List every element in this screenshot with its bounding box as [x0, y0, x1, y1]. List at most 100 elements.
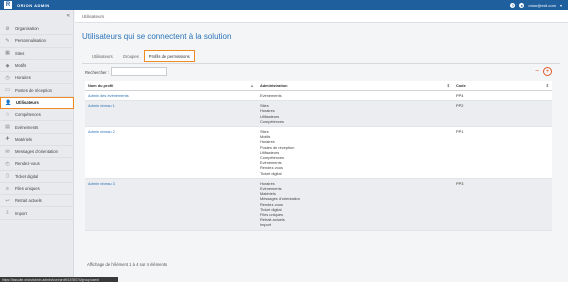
sidebar-item-label: Sites	[15, 50, 25, 56]
building-icon: ▦	[5, 50, 10, 57]
tab-groupes[interactable]: Groupes	[118, 50, 144, 62]
page-title: Utilisateurs qui se connectent à la solu…	[82, 32, 232, 41]
administration-cell: Sites Horaires Utilisateurs Compétences	[257, 100, 453, 128]
column-header-administration[interactable]: Administration ⬍	[257, 81, 453, 91]
sidebar-item-sites[interactable]: ▦ Sites	[0, 48, 74, 60]
tabs: Utilisateurs Groupes Profils de permissi…	[87, 50, 195, 62]
sidebar: « ⚙ Organisation ✎ Personnalisation ▦ Sites ◆ M…	[0, 10, 74, 282]
administration-item: Import	[260, 222, 272, 228]
sidebar-item-label: Motifs	[15, 63, 27, 69]
help-icon[interactable]: ?	[510, 2, 516, 8]
sidebar-item-label: Organisation	[15, 26, 39, 32]
sidebar-item-label: Retrait actuels	[15, 198, 42, 204]
collapse-sidebar-icon[interactable]: «	[67, 13, 70, 19]
tag-icon: ◆	[5, 62, 10, 69]
sidebar-item-label: Compétences	[15, 112, 41, 118]
tab-profils-de-permissions[interactable]: Profils de permissions	[143, 50, 195, 62]
import-icon: ⇩	[5, 210, 10, 217]
sidebar-item-label: Files uniques	[15, 186, 40, 191]
sidebar-item-comp-tences[interactable]: ☆ Compétences	[0, 109, 74, 122]
pagination-info: Affichage de l'élément 1 à 4 sur 4 éléme…	[87, 262, 168, 267]
profile-name-link[interactable]: Admin des évènements	[85, 90, 257, 102]
calendar-icon: ▤	[5, 124, 10, 131]
sidebar-item-motifs[interactable]: ◆ Motifs	[0, 60, 74, 73]
avatar[interactable]: ●	[519, 2, 525, 8]
table-row[interactable]: Admin des évènements Evènements PP4	[85, 90, 552, 102]
sidebar-item-label: Matériels	[15, 136, 32, 142]
sidebar-item-postes-de-r-ception[interactable]: ▭ Postes de réception	[0, 84, 74, 97]
profiles-table: Nom du profil ▲ Administration ⬍ Code ⬍ Adm…	[85, 81, 552, 231]
sort-icon[interactable]: ▲	[250, 83, 254, 88]
sidebar-item-label: Utilisateurs	[16, 100, 39, 106]
desk-icon: ▭	[5, 87, 10, 94]
tab-divider	[82, 63, 560, 64]
profile-code: PP4	[453, 90, 552, 102]
chevron-down-icon[interactable]: ▾	[560, 3, 562, 8]
sidebar-item-personnalisation[interactable]: ✎ Personnalisation	[0, 35, 74, 48]
main-content: Utilisateurs qui se connectent à la solu…	[75, 24, 568, 282]
sidebar-item-utilisateurs[interactable]: 👤 Utilisateurs	[0, 96, 74, 110]
ticket-icon: ▯	[6, 173, 9, 180]
sidebar-item-mat-riels[interactable]: ✚ Matériels	[0, 134, 74, 146]
logo-text: ORION ADMIN	[17, 2, 50, 8]
user-email[interactable]: orion@exil.com	[528, 3, 556, 8]
breadcrumb: Utilisateurs	[75, 10, 568, 23]
top-bar: R ORION ADMIN ? ● orion@exil.com ▾	[0, 0, 568, 10]
profile-name-link[interactable]: Admin niveau 3	[85, 178, 257, 231]
column-header-code[interactable]: Code ⬍	[453, 81, 552, 91]
sidebar-item-files-uniques[interactable]: ≡ Files uniques	[0, 183, 74, 196]
logo-icon: R	[4, 1, 12, 9]
add-button[interactable]: +	[543, 67, 552, 76]
appointment-icon: ◴	[5, 160, 10, 167]
administration-item: Compétences	[260, 118, 285, 124]
sidebar-item-label: Import	[15, 210, 27, 216]
sidebar-item-organisation[interactable]: ⚙ Organisation	[0, 23, 74, 36]
administration-item: Evènements	[260, 93, 282, 98]
withdraw-icon: ↩	[5, 197, 10, 204]
sidebar-item-label: Rendez-vous	[15, 161, 40, 167]
clock-icon: ◷	[5, 74, 10, 81]
sidebar-item-retrait-actuels[interactable]: ↩ Retrait actuels	[0, 195, 74, 208]
sidebar-item-label: Postes de réception	[15, 87, 53, 93]
search-input[interactable]	[111, 67, 167, 76]
sort-icon[interactable]: ⬍	[546, 83, 549, 88]
sidebar-item-ticket-digital[interactable]: ▯ Ticket digital	[0, 171, 74, 183]
profile-code: PP2	[453, 100, 552, 128]
profile-code: PP3	[453, 178, 552, 231]
profile-code: PP1	[453, 126, 552, 179]
profile-name-link[interactable]: Admin niveau 1	[85, 100, 257, 128]
message-icon: ✉	[5, 148, 10, 155]
gear-icon: ⚙	[5, 25, 10, 32]
sidebar-item-label: Messages d'orientation	[15, 149, 58, 155]
remove-button[interactable]: −	[532, 67, 542, 75]
sidebar-item-label: Personnalisation	[15, 38, 46, 44]
sidebar-item-label: Horaires	[15, 75, 31, 81]
queue-icon: ≡	[6, 185, 9, 192]
sidebar-item-import[interactable]: ⇩ Import	[0, 207, 74, 220]
tab-utilisateurs[interactable]: Utilisateurs	[87, 50, 118, 62]
search-label: Rechercher :	[85, 70, 109, 75]
star-icon: ☆	[5, 111, 10, 118]
sidebar-nav: ⚙ Organisation ✎ Personnalisation ▦ Sites ◆ Mot…	[0, 23, 74, 220]
administration-cell: Horaires Evènements Matériels Messages d'or…	[257, 178, 453, 231]
sidebar-item-messages-d-orientation[interactable]: ✉ Messages d'orientation	[0, 146, 74, 159]
sidebar-item-label: Evènements	[15, 124, 39, 130]
brush-icon: ✎	[5, 37, 10, 44]
sidebar-item-horaires[interactable]: ◷ Horaires	[0, 72, 74, 85]
sidebar-item-ev-nements[interactable]: ▤ Evènements	[0, 121, 74, 134]
column-header-name[interactable]: Nom du profil ▲	[85, 81, 257, 91]
administration-item: Ticket digital	[260, 170, 282, 176]
table-row[interactable]: Admin niveau 2 Sites Motifs Horaires Postes …	[85, 126, 552, 179]
administration-cell: Evènements	[257, 90, 453, 102]
tool-icon: ✚	[5, 136, 10, 143]
administration-cell: Sites Motifs Horaires Postes de réception Ut…	[257, 126, 453, 179]
table-row[interactable]: Admin niveau 3 Horaires Evènements Matériel…	[85, 178, 552, 231]
sidebar-item-label: Ticket digital	[15, 173, 39, 179]
table-row[interactable]: Admin niveau 1 Sites Horaires Utilisateurs C…	[85, 100, 552, 128]
profile-name-link[interactable]: Admin niveau 2	[85, 126, 257, 179]
sidebar-item-rendez-vous[interactable]: ◴ Rendez-vous	[0, 158, 74, 171]
status-url: https://fassuite.orion/admin-admin/user/…	[0, 277, 118, 282]
user-icon: 👤	[5, 99, 12, 106]
breadcrumb-current: Utilisateurs	[82, 13, 105, 19]
sort-icon[interactable]: ⬍	[447, 83, 450, 88]
